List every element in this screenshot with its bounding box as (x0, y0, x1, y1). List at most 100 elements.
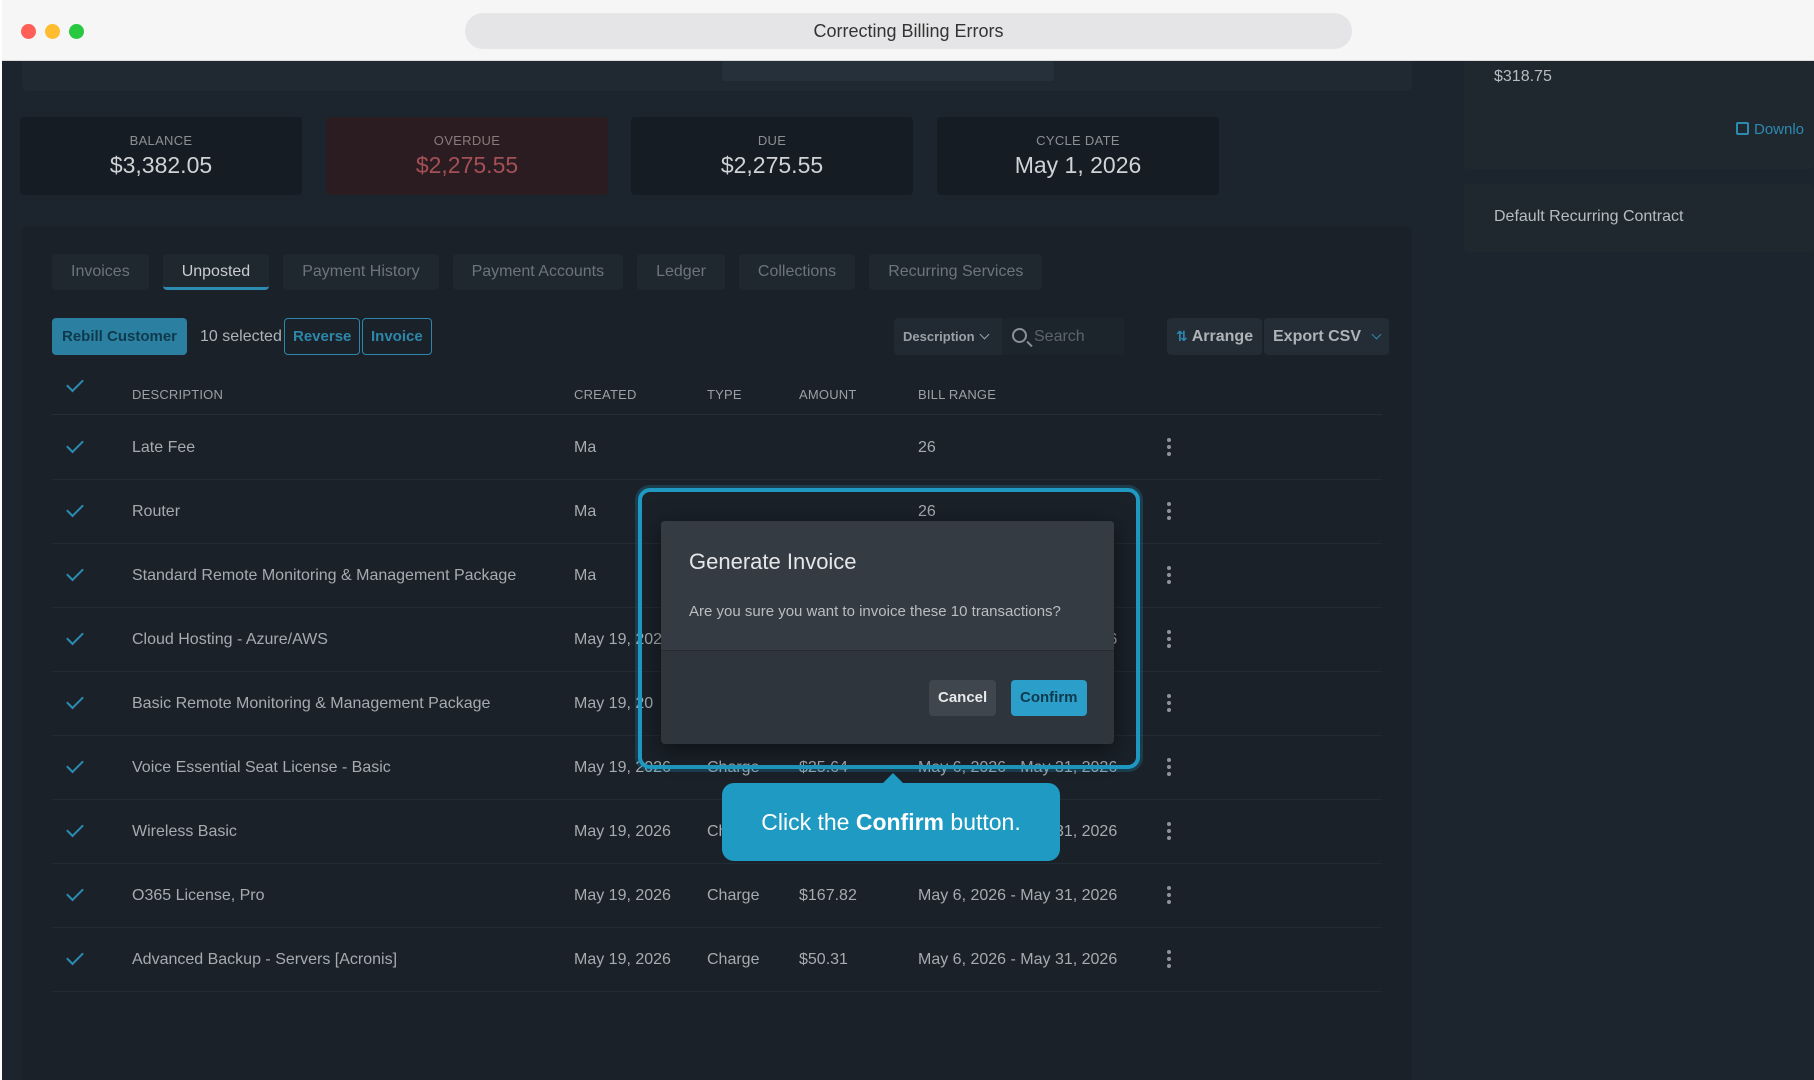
cell-description: Basic Remote Monitoring & Management Pac… (132, 695, 491, 712)
stat-due: DUE $2,275.55 (631, 117, 913, 195)
cell-bill-range: 26 (918, 439, 936, 456)
stat-overdue: OVERDUE $2,275.55 (326, 117, 608, 195)
cell-description: Wireless Basic (132, 823, 237, 840)
row-checkbox[interactable] (66, 691, 84, 710)
more-options-icon[interactable] (1167, 502, 1171, 522)
invoice-button[interactable]: Invoice (362, 318, 432, 355)
cell-created: May 19, 2026 (574, 887, 671, 904)
tab-bar: Invoices Unposted Payment History Paymen… (52, 254, 1043, 290)
table-row[interactable]: O365 License, Pro May 19, 2026 Charge $167.… (52, 864, 1382, 928)
stat-cycle-date: CYCLE DATE May 1, 2026 (937, 117, 1219, 195)
column-amount[interactable]: AMOUNT (799, 387, 857, 402)
cell-amount: $50.31 (799, 951, 848, 968)
cell-type: Charge (707, 887, 760, 904)
stat-label: BALANCE (129, 133, 193, 148)
contract-label: Default Recurring Contract (1494, 208, 1684, 225)
more-options-icon[interactable] (1167, 630, 1171, 650)
more-options-icon[interactable] (1167, 438, 1171, 458)
arrange-label: Arrange (1191, 328, 1254, 345)
cancel-button[interactable]: Cancel (929, 680, 997, 716)
more-options-icon[interactable] (1167, 950, 1171, 970)
tab-invoices[interactable]: Invoices (52, 254, 149, 290)
summary-amount: $318.75 (1494, 68, 1552, 85)
search-field-select[interactable]: Description (894, 318, 1002, 355)
column-description[interactable]: DESCRIPTION (132, 387, 223, 402)
export-csv-button[interactable]: Export CSV (1264, 318, 1390, 355)
row-checkbox[interactable] (66, 499, 84, 518)
tooltip-suffix: button. (950, 809, 1021, 835)
table-row[interactable]: Late Fee Ma 26 (52, 416, 1382, 480)
row-checkbox[interactable] (66, 947, 84, 966)
tab-payment-accounts[interactable]: Payment Accounts (452, 254, 624, 290)
cell-bill-range: May 6, 2026 - May 31, 2026 (918, 951, 1118, 968)
row-checkbox[interactable] (66, 627, 84, 646)
close-window-button[interactable] (21, 24, 36, 39)
search-input[interactable]: Search (1002, 318, 1124, 355)
column-type[interactable]: TYPE (707, 387, 742, 402)
cell-description: Voice Essential Seat License - Basic (132, 759, 391, 776)
stat-label: DUE (757, 133, 787, 148)
dialog-header (661, 521, 1114, 651)
table-row[interactable]: Advanced Backup - Servers [Acronis] May 1… (52, 928, 1382, 992)
contract-card[interactable]: Default Recurring Contract (1464, 184, 1814, 252)
generate-invoice-dialog: Generate Invoice Are you sure you want t… (661, 521, 1114, 744)
cell-type: Charge (707, 951, 760, 968)
rebill-customer-button[interactable]: Rebill Customer (52, 318, 188, 355)
stat-value: $2,275.55 (415, 152, 519, 178)
cell-description: Advanced Backup - Servers [Acronis] (132, 951, 398, 968)
tab-collections[interactable]: Collections (738, 254, 856, 290)
table-toolbar: Rebill Customer 10 selected Reverse Invo… (52, 318, 1390, 356)
table-row[interactable]: Wireless BasicMay 19, 2026Charge$25.64Ma… (52, 800, 1382, 864)
confirm-button[interactable]: Confirm (1011, 680, 1087, 716)
top-panel (22, 61, 1412, 91)
more-options-icon[interactable] (1167, 886, 1171, 906)
row-checkbox[interactable] (66, 883, 84, 902)
column-created[interactable]: CREATED (574, 387, 637, 402)
dialog-title: Generate Invoice (689, 549, 857, 574)
dialog-message: Are you sure you want to invoice these 1… (689, 603, 1061, 620)
stat-label: OVERDUE (433, 133, 501, 148)
more-options-icon[interactable] (1167, 822, 1171, 842)
tab-unposted[interactable]: Unposted (162, 254, 270, 290)
tab-payment-history[interactable]: Payment History (283, 254, 439, 290)
export-label: Export CSV (1273, 328, 1362, 345)
tab-recurring-services[interactable]: Recurring Services (869, 254, 1043, 290)
stat-label: CYCLE DATE (1036, 133, 1120, 148)
row-checkbox[interactable] (66, 563, 84, 582)
search-field-value: Description (903, 329, 975, 344)
tab-ledger[interactable]: Ledger (637, 254, 725, 290)
download-link[interactable]: Downlo (1736, 121, 1804, 138)
cell-description: Router (132, 503, 181, 520)
chevron-down-icon (1371, 329, 1382, 340)
tooltip-emphasis: Confirm (855, 809, 945, 835)
maximize-window-button[interactable] (69, 24, 84, 39)
cell-bill-range: May 6, 2026 - May 31, 2026 (918, 887, 1118, 904)
more-options-icon[interactable] (1167, 566, 1171, 586)
select-all-checkbox[interactable] (66, 374, 84, 393)
cell-created: May 19, 2026 (574, 823, 671, 840)
search-icon (1012, 328, 1027, 343)
cell-description: Standard Remote Monitoring & Management … (132, 567, 517, 584)
row-checkbox[interactable] (66, 755, 84, 774)
tooltip-prefix: Click the (761, 809, 850, 835)
cell-created: Ma (574, 503, 597, 520)
tutorial-tooltip: Click the Confirm button. (722, 773, 1060, 861)
stat-balance: BALANCE $3,382.05 (20, 117, 302, 195)
more-options-icon[interactable] (1167, 758, 1171, 778)
minimize-window-button[interactable] (45, 24, 60, 39)
cell-created: May 19, 2026 (574, 951, 671, 968)
page-content: BALANCE $3,382.05 OVERDUE $2,275.55 DUE … (2, 61, 1814, 1080)
column-bill-range[interactable]: BILL RANGE (918, 387, 996, 402)
row-checkbox[interactable] (66, 435, 84, 454)
cell-description: Late Fee (132, 439, 196, 456)
download-icon (1736, 122, 1749, 135)
reverse-button[interactable]: Reverse (284, 318, 361, 355)
row-checkbox[interactable] (66, 819, 84, 838)
arrange-button[interactable]: ⇅ Arrange (1167, 318, 1263, 355)
cell-amount: $167.82 (799, 887, 857, 904)
download-label: Downlo (1754, 121, 1805, 138)
more-options-icon[interactable] (1167, 694, 1171, 714)
right-summary-card: $318.75 Downlo (1464, 61, 1814, 169)
cell-created: Ma (574, 439, 597, 456)
app-window: Correcting Billing Errors BALANCE $3,382… (2, 0, 1814, 1080)
